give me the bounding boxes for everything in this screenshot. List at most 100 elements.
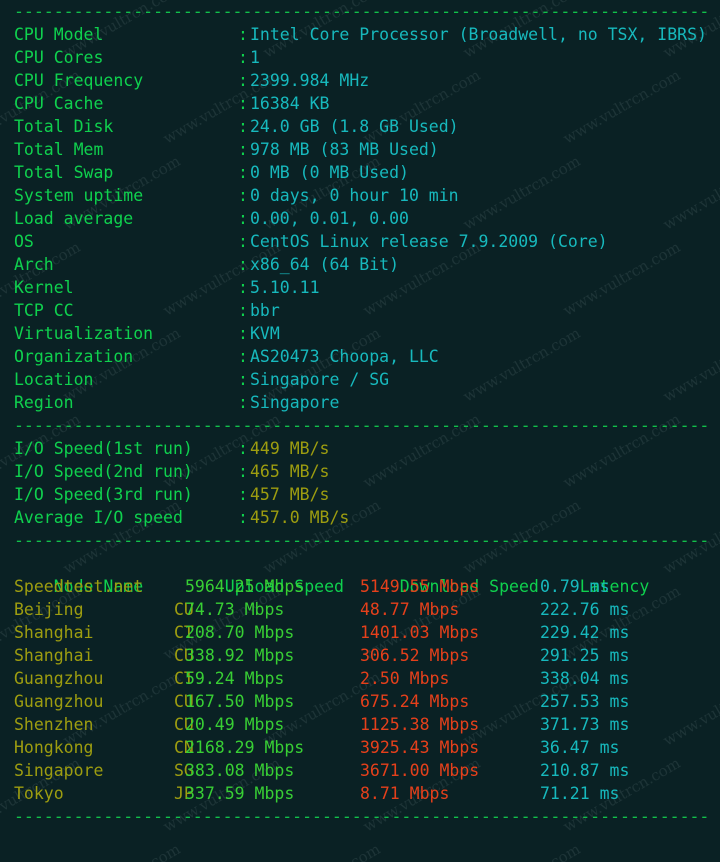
node-name-cell: Shanghai (14, 646, 94, 665)
system-info-row: Load average:0.00, 0.01, 0.00 (0, 207, 720, 230)
io-speed-value: 457.0 MB/s (250, 508, 350, 527)
system-info-row: Region: Singapore (0, 391, 720, 414)
upload-speed-cell: 383.08 Mbps (185, 761, 295, 780)
system-info-label: CPU Model (14, 25, 104, 44)
system-info-value: Singapore / SG (250, 370, 390, 389)
field-colon: : (238, 209, 248, 228)
io-speed-row: I/O Speed(3rd run):457 MB/s (0, 483, 720, 506)
download-speed-cell: 3671.00 Mbps (360, 761, 480, 780)
download-speed-cell: 306.52 Mbps (360, 646, 470, 665)
system-info-value: 978 MB (83 MB Used) (250, 140, 439, 159)
upload-speed-cell: 74.73 Mbps (185, 600, 285, 619)
isp-code-cell: CU (174, 715, 194, 734)
upload-speed-cell: 337.59 Mbps (185, 784, 295, 803)
field-colon: : (238, 439, 248, 458)
download-speed-cell: 1125.38 Mbps (360, 715, 480, 734)
system-info-label: CPU Frequency (14, 71, 144, 90)
table-row: Shenzhen CU20.49 Mbps 1125.38 Mbps 371.73 m… (0, 713, 720, 736)
system-info-label: CPU Cores (14, 48, 104, 67)
io-speed-label: Average I/O speed (14, 508, 183, 527)
latency-cell: 222.76 ms (540, 600, 630, 619)
system-info-value: 0.00, 0.01, 0.00 (250, 209, 409, 228)
system-info-label: OS (14, 232, 34, 251)
system-info-label: Kernel (14, 278, 74, 297)
io-speed-value: 457 MB/s (250, 485, 330, 504)
isp-code-cell: CU (174, 600, 194, 619)
table-row: Beijing CU74.73 Mbps 48.77 Mbps 222.76 ms (0, 598, 720, 621)
system-info-row: Total Mem:978 MB (83 MB Used) (0, 138, 720, 161)
upload-speed-cell: 167.50 Mbps (185, 692, 295, 711)
system-info-value: 2399.984 MHz (250, 71, 370, 90)
field-colon: : (238, 71, 248, 90)
system-info-row: System uptime:0 days, 0 hour 10 min (0, 184, 720, 207)
system-info-label: System uptime (14, 186, 144, 205)
download-speed-cell: 1401.03 Mbps (360, 623, 480, 642)
table-row: Singapore SG383.08 Mbps 3671.00 Mbps 210.87… (0, 759, 720, 782)
system-info-label: Total Mem (14, 140, 104, 159)
field-colon: : (238, 324, 248, 343)
system-info-row: Total Disk:24.0 GB (1.8 GB Used) (0, 115, 720, 138)
upload-speed-cell: 338.92 Mbps (185, 646, 295, 665)
isp-code-cell: SG (174, 761, 194, 780)
system-info-row: CPU Cores:1 (0, 46, 720, 69)
isp-code-cell: CU (174, 646, 194, 665)
field-colon: : (238, 25, 248, 44)
field-colon: : (238, 278, 248, 297)
upload-speed-cell: 2168.29 Mbps (185, 738, 305, 757)
system-info-value: AS20473 Choopa, LLC (250, 347, 439, 366)
upload-speed-cell: 20.49 Mbps (185, 715, 285, 734)
system-info-value: 5.10.11 (250, 278, 320, 297)
latency-cell: 291.25 ms (540, 646, 630, 665)
download-speed-cell: 3925.43 Mbps (360, 738, 480, 757)
io-speed-value: 465 MB/s (250, 462, 330, 481)
io-speed-row: Average I/O speed:457.0 MB/s (0, 506, 720, 529)
field-colon: : (238, 485, 248, 504)
download-speed-cell: 2.50 Mbps (360, 669, 450, 688)
io-speed-label: I/O Speed(1st run) (14, 439, 193, 458)
system-info-row: CPU Model: Intel Core Processor (Broadwel… (0, 23, 720, 46)
system-info-label: Total Swap (14, 163, 114, 182)
node-name-cell: Beijing (14, 600, 84, 619)
system-info-value: 0 MB (0 MB Used) (250, 163, 409, 182)
system-info-row: Total Swap:0 MB (0 MB Used) (0, 161, 720, 184)
latency-cell: 257.53 ms (540, 692, 630, 711)
system-info-label: Location (14, 370, 94, 389)
system-info-value: 16384 KB (250, 94, 330, 113)
watermark-text: www.vultrcn.com (660, 840, 720, 862)
isp-code-cell: JP (174, 784, 194, 803)
isp-code-cell: CU (174, 692, 194, 711)
system-info-label: Load average (14, 209, 134, 228)
system-info-label: Total Disk (14, 117, 114, 136)
node-name-cell: Hongkong (14, 738, 94, 757)
system-info-value: 0 days, 0 hour 10 min (250, 186, 459, 205)
system-info-label: Organization (14, 347, 134, 366)
latency-cell: 71.21 ms (540, 784, 620, 803)
system-info-value: bbr (250, 301, 280, 320)
system-info-row: TCP CC: bbr (0, 299, 720, 322)
field-colon: : (238, 393, 248, 412)
io-speed-label: I/O Speed(2nd run) (14, 462, 193, 481)
field-colon: : (238, 117, 248, 136)
io-speed-section: I/O Speed(1st run):449 MB/s I/O Speed(2nd… (0, 437, 720, 529)
upload-speed-cell: 5964.25 Mbps (185, 577, 305, 596)
system-info-row: Virtualization: KVM (0, 322, 720, 345)
system-info-row: OS: CentOS Linux release 7.9.2009 (Core) (0, 230, 720, 253)
watermark-text: www.vultrcn.com (260, 840, 383, 862)
field-colon: : (238, 301, 248, 320)
node-name-cell: Shanghai (14, 623, 94, 642)
field-colon: : (238, 232, 248, 251)
field-colon: : (238, 508, 248, 527)
system-info-value: 1 (250, 48, 260, 67)
watermark-text: www.vultrcn.com (460, 840, 583, 862)
system-info-row: Arch: x86_64 (64 Bit) (0, 253, 720, 276)
node-name-cell: Shenzhen (14, 715, 94, 734)
io-speed-value: 449 MB/s (250, 439, 330, 458)
table-row: Tokyo JP337.59 Mbps 8.71 Mbps 71.21 ms (0, 782, 720, 805)
speedtest-header-row: Node Name Upload Speed Download Speed Laten… (0, 552, 720, 596)
field-colon: : (238, 462, 248, 481)
node-name-cell: Speedtest.net (14, 577, 144, 596)
download-speed-cell: 48.77 Mbps (360, 600, 460, 619)
system-info-label: Virtualization (14, 324, 154, 343)
latency-cell: 0.79 ms (540, 577, 610, 596)
isp-code-cell: CN (174, 738, 194, 757)
